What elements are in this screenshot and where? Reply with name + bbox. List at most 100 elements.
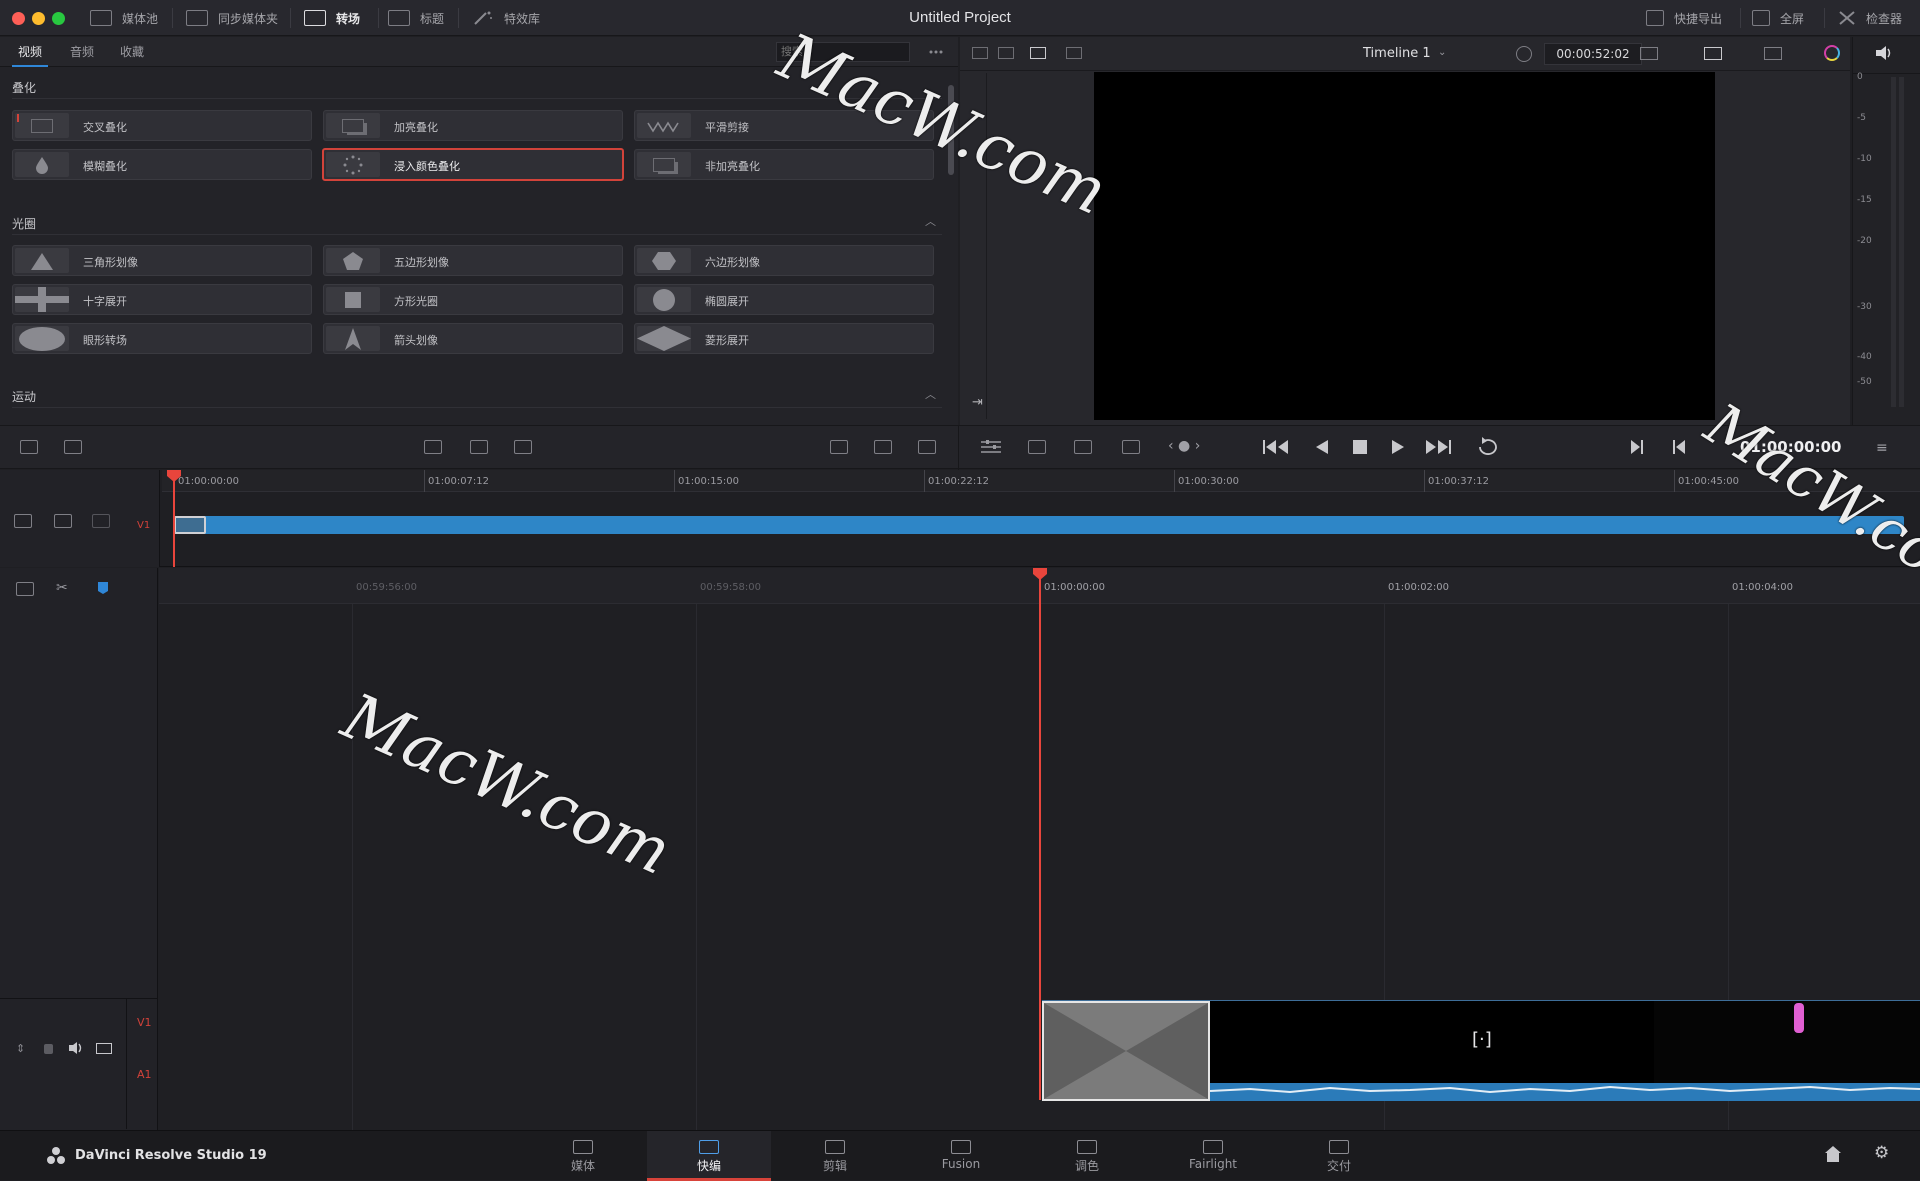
play-reverse-icon[interactable] bbox=[1314, 438, 1330, 456]
menu-icon[interactable]: ≡ bbox=[1876, 440, 1888, 456]
more-options-icon[interactable] bbox=[928, 46, 944, 58]
page-deliver[interactable]: 交付 bbox=[1277, 1131, 1401, 1181]
poi-icon[interactable] bbox=[1028, 440, 1046, 454]
ruler-tick bbox=[424, 470, 425, 492]
fullscreen-button[interactable]: 全屏 bbox=[1744, 0, 1812, 36]
film-icon[interactable] bbox=[96, 1043, 112, 1054]
track-options-icon[interactable] bbox=[54, 514, 72, 528]
transition-pentagon-iris[interactable]: 五边形划像 bbox=[323, 245, 623, 276]
transition-eye-iris[interactable]: 眼形转场 bbox=[12, 323, 312, 354]
timeline-clip[interactable]: [·] bbox=[1042, 1000, 1920, 1101]
overview-view-window[interactable] bbox=[174, 516, 206, 534]
detail-track-header: ✂ ⇕ V1 A1 bbox=[0, 568, 158, 1130]
audio-track-icon[interactable] bbox=[64, 440, 82, 454]
page-edit[interactable]: 剪辑 bbox=[773, 1131, 897, 1181]
marker-icon[interactable] bbox=[98, 582, 108, 594]
lock-icon[interactable] bbox=[44, 1044, 53, 1054]
speaker-icon[interactable] bbox=[1875, 45, 1893, 61]
transition-hexagon-iris[interactable]: 六边形划像 bbox=[634, 245, 934, 276]
page-media[interactable]: 媒体 bbox=[521, 1131, 645, 1181]
titles-icon bbox=[388, 10, 410, 26]
stop-icon[interactable] bbox=[1352, 439, 1368, 455]
page-color[interactable]: 调色 bbox=[1025, 1131, 1149, 1181]
page-fusion[interactable]: Fusion bbox=[899, 1131, 1023, 1181]
tab-favorites[interactable]: 收藏 bbox=[114, 37, 150, 67]
append-icon[interactable] bbox=[874, 440, 892, 454]
viewer-mode-icon[interactable] bbox=[972, 47, 988, 59]
search-input[interactable] bbox=[776, 42, 910, 62]
meter-scale: -15 bbox=[1857, 195, 1872, 205]
transition-blur-dissolve[interactable]: 模糊叠化 bbox=[12, 149, 312, 180]
marker-nav-icon[interactable]: ‹ ● › bbox=[1168, 438, 1200, 454]
transition-label: 五边形划像 bbox=[394, 256, 449, 269]
tab-audio[interactable]: 音频 bbox=[64, 37, 100, 67]
close-window-button[interactable] bbox=[12, 12, 25, 25]
viewer-mode-icon[interactable] bbox=[998, 47, 1014, 59]
skip-to-end-icon[interactable] bbox=[1424, 438, 1452, 456]
next-clip-icon[interactable] bbox=[1630, 439, 1644, 455]
collapse-chevron-icon[interactable]: ︿ bbox=[925, 213, 936, 229]
viewer-mode-icon[interactable] bbox=[1030, 47, 1046, 59]
play-around-icon[interactable] bbox=[1122, 440, 1140, 454]
speaker-icon[interactable] bbox=[68, 1041, 84, 1055]
audio-meter: 0 -5 -10 -15 -20 -30 -40 -50 bbox=[1852, 37, 1920, 425]
play-icon[interactable] bbox=[1390, 438, 1406, 456]
skip-to-end-icon[interactable]: ⇥ bbox=[972, 395, 983, 410]
panel-scrollbar[interactable] bbox=[948, 85, 954, 175]
overview-ruler[interactable]: 01:00:00:00 01:00:07:12 01:00:15:00 01:0… bbox=[162, 470, 1920, 492]
page-fairlight[interactable]: Fairlight bbox=[1151, 1131, 1275, 1181]
ripple-icon[interactable] bbox=[470, 440, 488, 454]
skip-to-start-icon[interactable] bbox=[1262, 438, 1290, 456]
transition-cross-iris[interactable]: 十字展开 bbox=[12, 284, 312, 315]
track-options-icon[interactable] bbox=[92, 514, 110, 528]
chevron-down-icon[interactable]: ⌄ bbox=[1438, 47, 1446, 58]
sliders-icon[interactable] bbox=[980, 438, 1002, 456]
transition-non-additive-dissolve[interactable]: 非加亮叠化 bbox=[634, 149, 934, 180]
poi-icon[interactable] bbox=[1074, 440, 1092, 454]
expand-track-icon[interactable]: ⇕ bbox=[16, 1042, 25, 1055]
overview-playhead[interactable] bbox=[173, 470, 175, 567]
transition-smooth-cut[interactable]: 平滑剪接 bbox=[634, 110, 934, 141]
inspector-button[interactable]: 检查器 bbox=[1830, 0, 1910, 36]
smart-insert-icon[interactable] bbox=[830, 440, 848, 454]
tab-video[interactable]: 视频 bbox=[12, 37, 49, 67]
overwrite-icon[interactable] bbox=[918, 440, 936, 454]
transition-additive-dissolve[interactable]: 加亮叠化 bbox=[323, 110, 623, 141]
viewer-options-icon[interactable] bbox=[1640, 47, 1658, 60]
zoom-window-button[interactable] bbox=[52, 12, 65, 25]
timeline-name[interactable]: Timeline 1 bbox=[1363, 46, 1431, 61]
quick-export-button[interactable]: 快捷导出 bbox=[1638, 0, 1730, 36]
titles-button[interactable]: 标题 bbox=[380, 0, 452, 36]
loop-icon[interactable] bbox=[1476, 437, 1500, 457]
scopes-icon[interactable] bbox=[1764, 47, 1782, 60]
transition-dip-to-color[interactable]: 浸入颜色叠化 bbox=[322, 148, 624, 181]
audio-waveform bbox=[1210, 1083, 1920, 1101]
transition-diamond-iris[interactable]: 菱形展开 bbox=[634, 323, 934, 354]
gear-icon[interactable]: ⚙ bbox=[1874, 1143, 1889, 1163]
transition-triangle-iris[interactable]: 三角形划像 bbox=[12, 245, 312, 276]
prev-clip-icon[interactable] bbox=[1672, 439, 1686, 455]
transition-square-iris[interactable]: 方形光圈 bbox=[323, 284, 623, 315]
minimize-window-button[interactable] bbox=[32, 12, 45, 25]
timeline-view-icon[interactable] bbox=[16, 582, 34, 596]
sync-bin-button[interactable]: 同步媒体夹 bbox=[178, 0, 286, 36]
video-track-icon[interactable] bbox=[20, 440, 38, 454]
transition-oval-iris[interactable]: 椭圆展开 bbox=[634, 284, 934, 315]
collapse-chevron-icon[interactable]: ︿ bbox=[925, 386, 936, 402]
transitions-button[interactable]: 转场 bbox=[296, 0, 368, 36]
effects-button[interactable]: 特效库 bbox=[464, 0, 548, 36]
safe-area-icon[interactable] bbox=[1704, 47, 1722, 60]
timeline-playhead[interactable] bbox=[1039, 568, 1041, 1100]
scissors-icon[interactable]: ✂ bbox=[56, 580, 68, 596]
media-pool-button[interactable]: 媒体池 bbox=[82, 0, 166, 36]
color-wheel-icon[interactable] bbox=[1824, 45, 1840, 61]
trim-start-icon[interactable] bbox=[424, 440, 442, 454]
overview-clip[interactable] bbox=[174, 516, 1904, 534]
page-cut[interactable]: 快编 bbox=[647, 1131, 771, 1181]
track-options-icon[interactable] bbox=[14, 514, 32, 528]
grid-view-icon[interactable] bbox=[1066, 47, 1082, 59]
home-icon[interactable] bbox=[1824, 1145, 1842, 1163]
transition-cross-dissolve[interactable]: 交叉叠化 bbox=[12, 110, 312, 141]
trim-end-icon[interactable] bbox=[514, 440, 532, 454]
transition-arrow-iris[interactable]: 箭头划像 bbox=[323, 323, 623, 354]
